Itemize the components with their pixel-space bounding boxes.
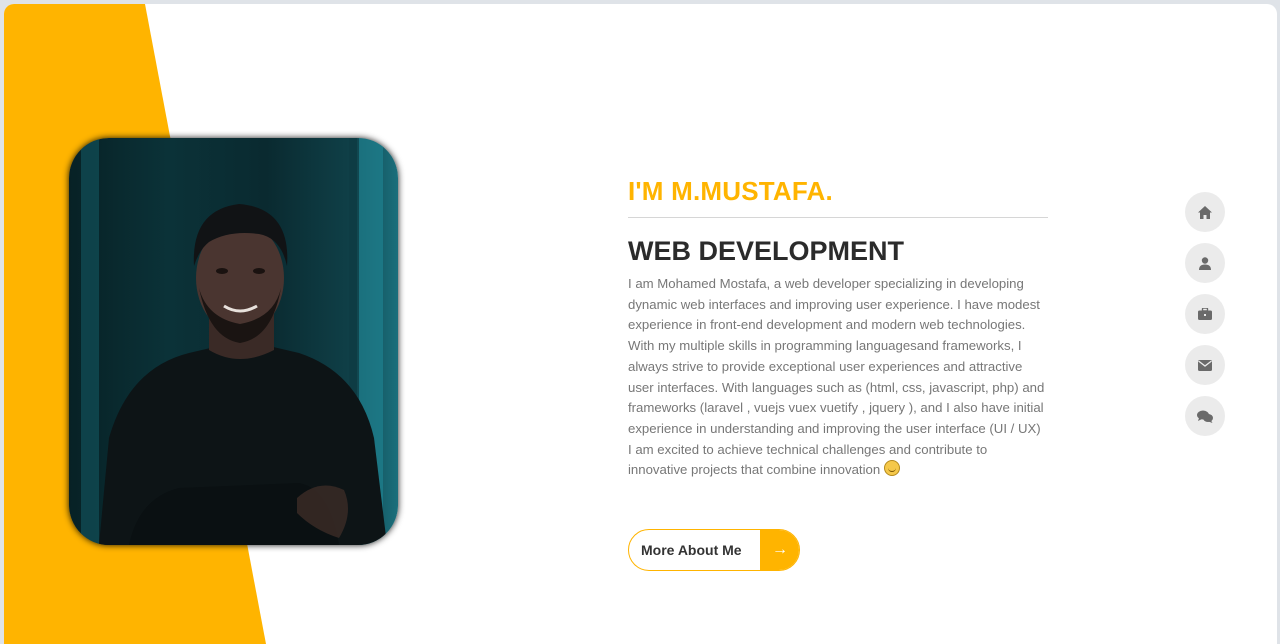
home-icon	[1198, 205, 1212, 219]
user-icon	[1199, 256, 1211, 270]
nav-home-button[interactable]	[1185, 192, 1225, 232]
smile-emoji-icon	[883, 460, 900, 477]
side-navigation	[1185, 192, 1225, 447]
arrow-right-icon: →	[760, 530, 799, 570]
nav-blog-button[interactable]	[1185, 396, 1225, 436]
profile-photo	[69, 138, 398, 545]
hero-bio-text: I am Mohamed Mostafa, a web developer sp…	[628, 276, 1045, 478]
more-about-me-button[interactable]: More About Me →	[628, 529, 800, 571]
page: I'M M.MUSTAFA. WEB DEVELOPMENT I am Moha…	[4, 4, 1277, 644]
nav-contact-button[interactable]	[1185, 345, 1225, 385]
comments-icon	[1197, 410, 1213, 423]
nav-about-button[interactable]	[1185, 243, 1225, 283]
envelope-icon	[1198, 359, 1212, 371]
briefcase-icon	[1198, 308, 1212, 320]
hero-name: I'M M.MUSTAFA.	[628, 176, 833, 206]
hero-role: WEB DEVELOPMENT	[628, 236, 905, 266]
hero-content: I'M M.MUSTAFA. WEB DEVELOPMENT I am Moha…	[628, 174, 1048, 571]
hero-bio: I am Mohamed Mostafa, a web developer sp…	[628, 274, 1048, 481]
nav-portfolio-button[interactable]	[1185, 294, 1225, 334]
more-about-me-label: More About Me	[641, 542, 742, 558]
divider	[628, 217, 1048, 218]
person-portrait-image	[81, 138, 387, 545]
